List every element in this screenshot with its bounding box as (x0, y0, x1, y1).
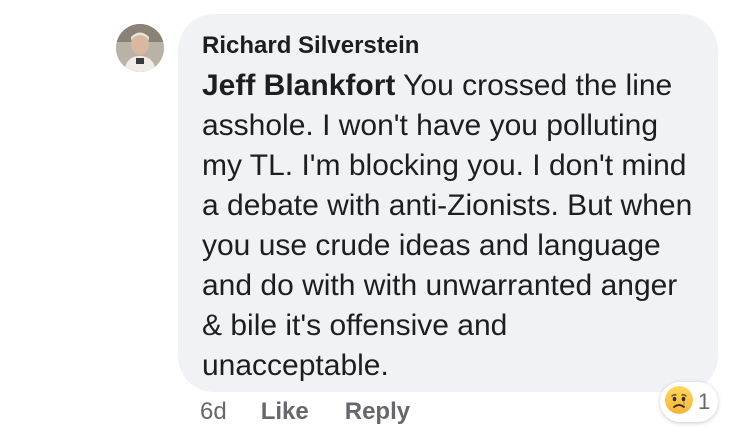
like-button[interactable]: Like (261, 396, 309, 428)
mention-link[interactable]: Jeff Blankfort (202, 69, 395, 102)
reply-button[interactable]: Reply (345, 396, 410, 428)
reaction-summary[interactable]: 1 (660, 382, 719, 422)
avatar[interactable] (116, 24, 164, 72)
sad-reaction-icon (664, 385, 694, 420)
comment-text: You crossed the line asshole. I won't ha… (202, 69, 693, 382)
comment-body: Jeff Blankfort You crossed the line assh… (202, 66, 702, 386)
comment-author[interactable]: Richard Silverstein (202, 30, 696, 62)
avatar-image (116, 24, 164, 72)
comment-actions: 6d Like Reply (200, 396, 446, 428)
reaction-count: 1 (698, 389, 711, 414)
comment-timestamp[interactable]: 6d (200, 396, 227, 428)
comment-bubble: Richard Silverstein Jeff Blankfort You c… (178, 14, 718, 392)
